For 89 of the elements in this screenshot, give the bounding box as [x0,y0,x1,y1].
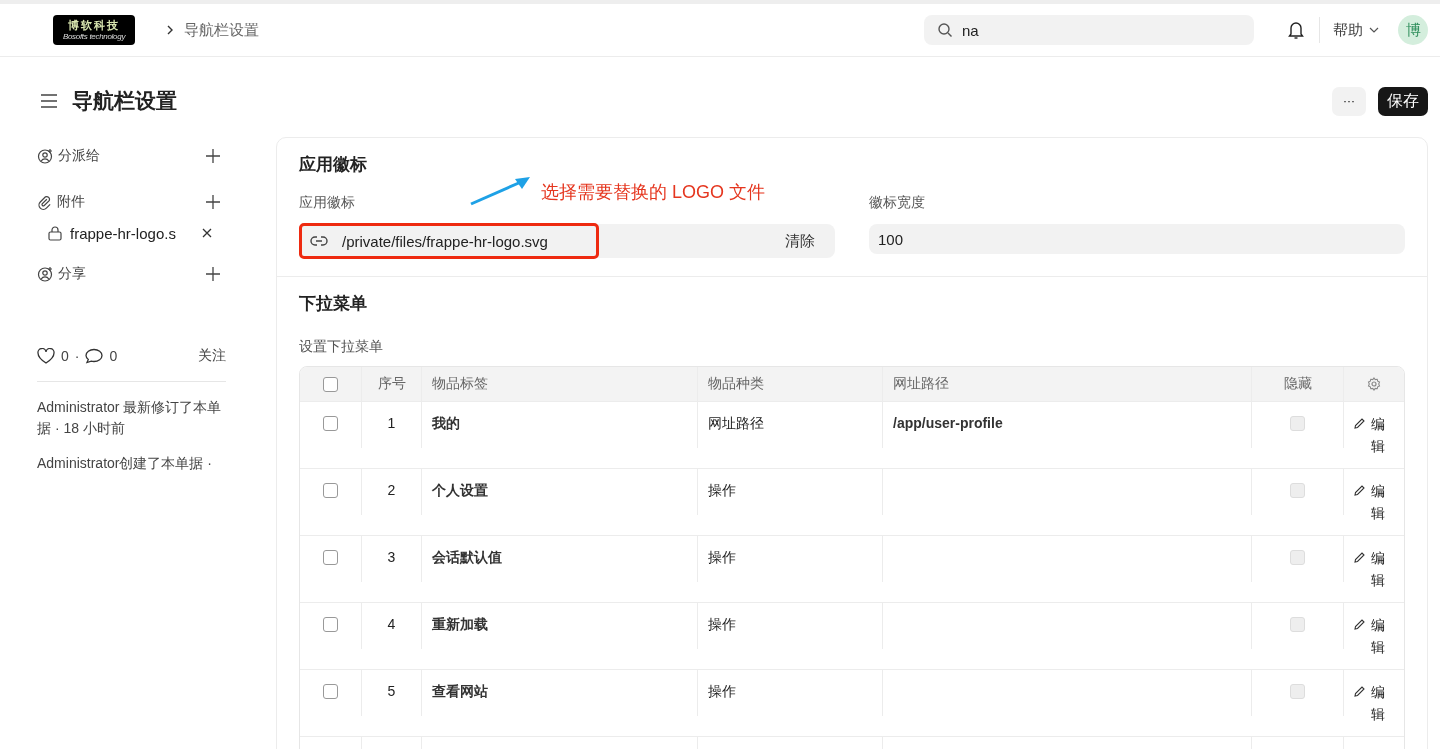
separator-dot: · [74,348,80,364]
heart-icon[interactable] [37,348,55,364]
select-all-checkbox[interactable] [323,377,338,392]
menu-icon[interactable] [40,94,58,108]
breadcrumb-link[interactable]: 导航栏设置 [184,20,259,40]
save-button[interactable]: 保存 [1378,86,1428,116]
logo-title: 博软科技 [68,19,120,32]
attach-field[interactable]: /private/files/frappe-hr-logo.svg 清除 [299,224,835,258]
pencil-icon [1354,552,1365,563]
pencil-icon [1354,686,1365,697]
table-cell: /app/user-profile [893,415,1003,431]
table-cell: 网址路径 [708,415,764,433]
row-checkbox[interactable] [323,416,338,431]
add-icon[interactable] [206,195,220,209]
settings-icon[interactable] [1367,377,1381,391]
bell-icon[interactable] [1287,20,1305,40]
hidden-checkbox[interactable] [1290,684,1305,699]
follow-link[interactable]: 关注 [198,347,226,365]
add-icon[interactable] [206,267,220,281]
table-cell: 操作 [708,616,736,634]
table-cell: 4 [387,616,396,632]
field-label: 应用徽标 [299,194,355,212]
close-icon[interactable] [202,228,212,238]
page-title: 导航栏设置 [72,88,177,114]
column-header: 网址路径 [893,375,949,393]
table-cell: 个人设置 [432,482,488,500]
activity-text: Administrator 最新修订了本单据 · 18 小时前 [37,398,223,438]
table-cell: 查看网站 [432,683,488,701]
brand-logo[interactable]: 博软科技 Bosofts technology [53,15,135,45]
user-plus-icon [37,266,53,282]
table-label: 设置下拉菜单 [299,338,384,356]
annotation-text: 选择需要替换的 LOGO 文件 [541,181,765,204]
like-count: 0 [61,348,69,364]
link-icon [310,235,328,247]
edit-link[interactable]: 编辑 [1371,413,1386,457]
search-field[interactable]: na [924,15,1254,45]
lock-icon [48,225,62,241]
table-cell: 5 [387,683,396,699]
search-icon [937,22,953,38]
sidebar-label: 分享 [58,265,86,283]
attachment-link[interactable]: frappe-hr-logo.s [70,224,194,242]
column-header: 物品种类 [708,375,764,393]
more-button[interactable]: ··· [1332,86,1366,116]
logo-subtitle: Bosofts technology [62,32,126,41]
clear-button[interactable]: 清除 [785,231,815,251]
input-field[interactable]: 100 [869,224,1405,254]
pencil-icon [1354,485,1365,496]
table-cell: 会话默认值 [432,549,502,567]
column-header: 隐藏 [1283,375,1312,393]
comment-icon[interactable] [85,348,104,364]
hidden-checkbox[interactable] [1290,550,1305,565]
row-checkbox[interactable] [323,483,338,498]
table-cell: 1 [387,415,396,431]
sidebar-label: 分派给 [58,147,100,165]
user-plus-icon [37,148,53,164]
help-menu[interactable]: 帮助 [1333,20,1379,40]
table-cell: 我的 [432,415,460,433]
file-path-link[interactable]: /private/files/frappe-hr-logo.svg [342,232,548,250]
row-checkbox[interactable] [323,550,338,565]
activity-text: Administrator创建了本单据 · [37,454,214,473]
add-icon[interactable] [206,149,220,163]
field-label: 徽标宽度 [869,194,925,212]
table-cell: 操作 [708,482,736,500]
paperclip-icon [37,194,52,210]
caret-icon [1369,27,1379,33]
edit-link[interactable]: 编辑 [1371,480,1386,524]
section-title: 应用徽标 [299,154,368,176]
row-checkbox[interactable] [323,617,338,632]
table-cell: 重新加载 [432,616,488,634]
pencil-icon [1354,418,1365,429]
edit-link[interactable]: 编辑 [1371,547,1386,591]
table-cell: 操作 [708,683,736,701]
annotation-arrow [469,176,531,206]
hidden-checkbox[interactable] [1290,483,1305,498]
comment-count: 0 [109,348,118,364]
sidebar-label: 附件 [57,193,85,211]
section-title: 下拉菜单 [299,293,368,315]
column-header: 物品标签 [432,375,488,393]
column-header: 序号 [377,375,406,393]
chevron-right-icon [166,25,174,35]
table-cell: 操作 [708,549,736,567]
table-cell: 2 [387,482,396,498]
edit-link[interactable]: 编辑 [1371,614,1386,658]
pencil-icon [1354,619,1365,630]
edit-link[interactable]: 编辑 [1371,681,1386,725]
hidden-checkbox[interactable] [1290,617,1305,632]
hidden-checkbox[interactable] [1290,416,1305,431]
table-cell: 3 [387,549,396,565]
row-checkbox[interactable] [323,684,338,699]
